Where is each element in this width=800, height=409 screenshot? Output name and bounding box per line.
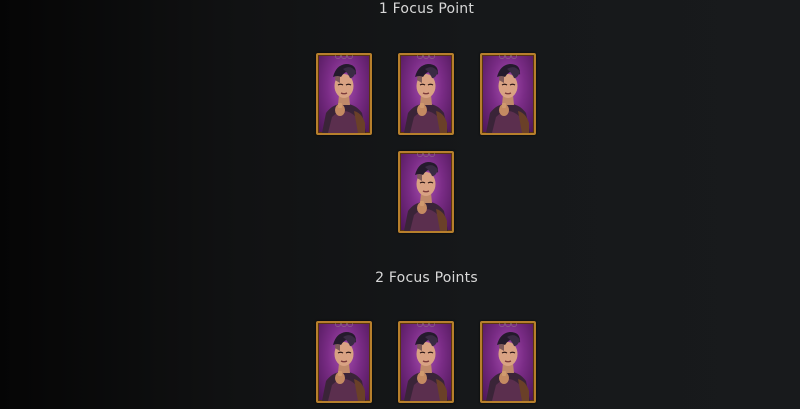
champion-portrait-icon [322, 332, 366, 401]
focus-2-card-3[interactable]: ○○○ [480, 321, 536, 403]
focus-1-card-3[interactable]: ○○○ [480, 53, 536, 135]
focus-1-card-4[interactable]: ○○○ [398, 151, 454, 233]
champion-portrait-icon [486, 64, 530, 133]
focus-2-card-2[interactable]: ○○○ [398, 321, 454, 403]
focus-1-card-1[interactable]: ○○○ [316, 53, 372, 135]
star-rank-icon: ○○○ [416, 151, 436, 158]
section-title-1-focus-point: 1 Focus Point [378, 1, 475, 17]
champion-portrait-icon [404, 332, 448, 401]
champion-portrait-icon [404, 64, 448, 133]
star-rank-icon: ○○○ [334, 321, 354, 328]
star-rank-icon: ○○○ [416, 53, 436, 60]
champion-portrait-icon [404, 162, 448, 231]
star-rank-icon: ○○○ [416, 321, 436, 328]
star-rank-icon: ○○○ [334, 53, 354, 60]
focus-1-card-2[interactable]: ○○○ [398, 53, 454, 135]
focus-2-card-1[interactable]: ○○○ [316, 321, 372, 403]
champion-portrait-icon [322, 64, 366, 133]
star-rank-icon: ○○○ [498, 53, 518, 60]
champion-portrait-icon [486, 332, 530, 401]
section-title-2-focus-points: 2 Focus Points [375, 270, 478, 286]
star-rank-icon: ○○○ [498, 321, 518, 328]
